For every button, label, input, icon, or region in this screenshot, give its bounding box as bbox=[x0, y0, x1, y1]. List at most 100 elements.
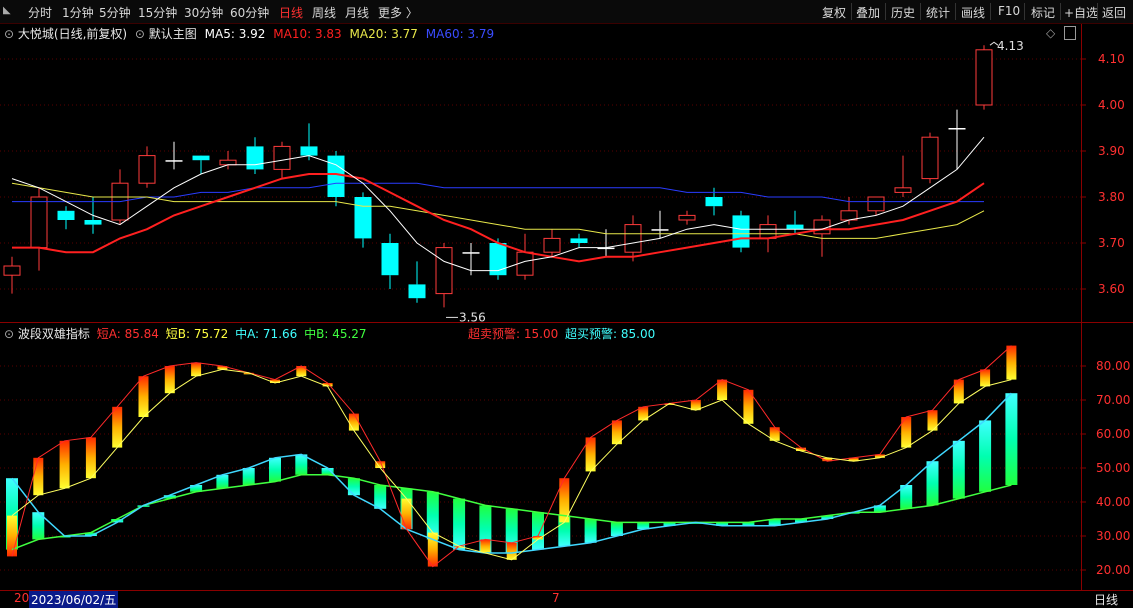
candlestick bbox=[381, 233, 399, 289]
short-band-bar bbox=[59, 440, 70, 489]
candle-body bbox=[921, 136, 939, 180]
candle-body bbox=[462, 252, 480, 254]
mid-band-bar bbox=[532, 512, 544, 550]
indicator-tick-label: 40.00 bbox=[1096, 495, 1130, 509]
mid-band-bar bbox=[242, 468, 255, 485]
candlestick bbox=[894, 155, 912, 197]
price-tick-label: 4.00 bbox=[1098, 98, 1125, 112]
candle-body bbox=[246, 146, 264, 170]
mid-band-bar bbox=[610, 522, 623, 536]
candle-body bbox=[678, 214, 696, 221]
price-tick-label: 3.70 bbox=[1098, 236, 1125, 250]
candlestick bbox=[624, 215, 642, 262]
candlestick bbox=[813, 215, 831, 257]
candlestick bbox=[327, 151, 345, 207]
candle-body bbox=[165, 160, 183, 162]
time-axis-stub: 20 bbox=[14, 591, 30, 605]
mid-band-bar bbox=[584, 519, 597, 543]
short-band-bar bbox=[112, 406, 123, 448]
short-band-bar bbox=[480, 539, 491, 553]
candlestick bbox=[732, 210, 750, 253]
mid-band-bar bbox=[347, 478, 360, 496]
short-band-bar bbox=[33, 457, 44, 496]
indicator-tick-label: 60.00 bbox=[1096, 427, 1130, 441]
period-label: 日线 bbox=[1094, 593, 1119, 607]
candlestick bbox=[192, 155, 210, 174]
short-band-bar bbox=[348, 413, 359, 431]
time-axis: 20 2023/06/02/五 7 日线 bbox=[0, 590, 1133, 608]
candle-body bbox=[192, 155, 210, 161]
candle-body bbox=[3, 265, 21, 276]
mid-band-bar bbox=[453, 498, 466, 550]
candle-body bbox=[84, 220, 102, 225]
mid-band-bar bbox=[979, 420, 992, 492]
indicator-tick-label: 30.00 bbox=[1096, 529, 1130, 543]
chart-canvas[interactable]: 4.10 4.00 3.90 3.80 3.70 3.60 80.00 70.00 60.00… bbox=[0, 0, 1133, 607]
short-band-bar bbox=[1006, 345, 1017, 380]
candlestick bbox=[678, 210, 696, 225]
candle-body bbox=[30, 196, 48, 249]
candlestick bbox=[138, 146, 156, 188]
low-price-annotation: 3.56 bbox=[459, 310, 486, 324]
indicator-tick-label: 20.00 bbox=[1096, 563, 1130, 577]
candlestick bbox=[408, 261, 426, 303]
candle-body bbox=[705, 197, 723, 207]
indicator-tick-label: 80.00 bbox=[1096, 359, 1130, 373]
indicator-tick-label: 50.00 bbox=[1096, 461, 1130, 475]
candlestick bbox=[570, 233, 588, 248]
candle-body bbox=[786, 224, 804, 230]
short-band-bar bbox=[164, 366, 175, 394]
candle-body bbox=[354, 197, 372, 239]
high-price-annotation: 4.13 bbox=[997, 39, 1024, 53]
short-band-bar bbox=[138, 376, 149, 417]
mid-band-bar bbox=[269, 457, 281, 482]
month-tick: 7 bbox=[552, 591, 560, 605]
candle-body bbox=[273, 145, 291, 170]
candle-body bbox=[300, 146, 318, 156]
mid-band-bar bbox=[952, 440, 965, 499]
mid-band-bar bbox=[926, 461, 939, 506]
price-tick-label: 3.90 bbox=[1098, 144, 1125, 158]
candle-body bbox=[381, 243, 399, 276]
candle-body bbox=[732, 215, 750, 248]
candle-body bbox=[435, 247, 453, 295]
candlestick bbox=[975, 45, 993, 110]
candle-body bbox=[408, 284, 426, 299]
cursor-date: 2023/06/02/五 bbox=[29, 591, 119, 608]
candlestick bbox=[30, 187, 48, 271]
price-tick-label: 4.10 bbox=[1098, 52, 1125, 66]
short-band-bar bbox=[85, 437, 96, 479]
candlestick bbox=[57, 206, 75, 230]
candle-body bbox=[543, 237, 561, 253]
candle-body bbox=[975, 49, 993, 106]
candlestick bbox=[948, 109, 966, 170]
candlestick bbox=[354, 192, 372, 248]
price-tick-label: 3.60 bbox=[1098, 282, 1125, 296]
candlestick bbox=[165, 141, 183, 170]
candlestick bbox=[246, 137, 264, 174]
candle-body bbox=[570, 238, 588, 243]
short-band-bar bbox=[7, 515, 17, 557]
candle-body bbox=[894, 187, 912, 193]
candle-body bbox=[219, 159, 237, 166]
candle-body bbox=[138, 155, 156, 184]
candlestick bbox=[3, 256, 21, 294]
candle-body bbox=[624, 224, 642, 253]
candlestick bbox=[921, 132, 939, 184]
candle-body bbox=[651, 229, 669, 231]
mid-band-bar bbox=[1005, 393, 1018, 485]
candlestick bbox=[786, 210, 804, 234]
mid-band-bar bbox=[374, 485, 387, 509]
candlestick bbox=[867, 196, 885, 216]
candle-body bbox=[759, 224, 777, 239]
candle-body bbox=[948, 128, 966, 130]
candlestick bbox=[543, 229, 561, 257]
price-tick-label: 3.80 bbox=[1098, 190, 1125, 204]
candlestick bbox=[300, 123, 318, 161]
candle-body bbox=[867, 196, 885, 212]
candlestick bbox=[516, 233, 534, 280]
mid-band-bar bbox=[295, 454, 308, 475]
candle-body bbox=[57, 210, 75, 220]
short-band-bar bbox=[980, 369, 991, 387]
indicator-tick-label: 70.00 bbox=[1096, 393, 1130, 407]
